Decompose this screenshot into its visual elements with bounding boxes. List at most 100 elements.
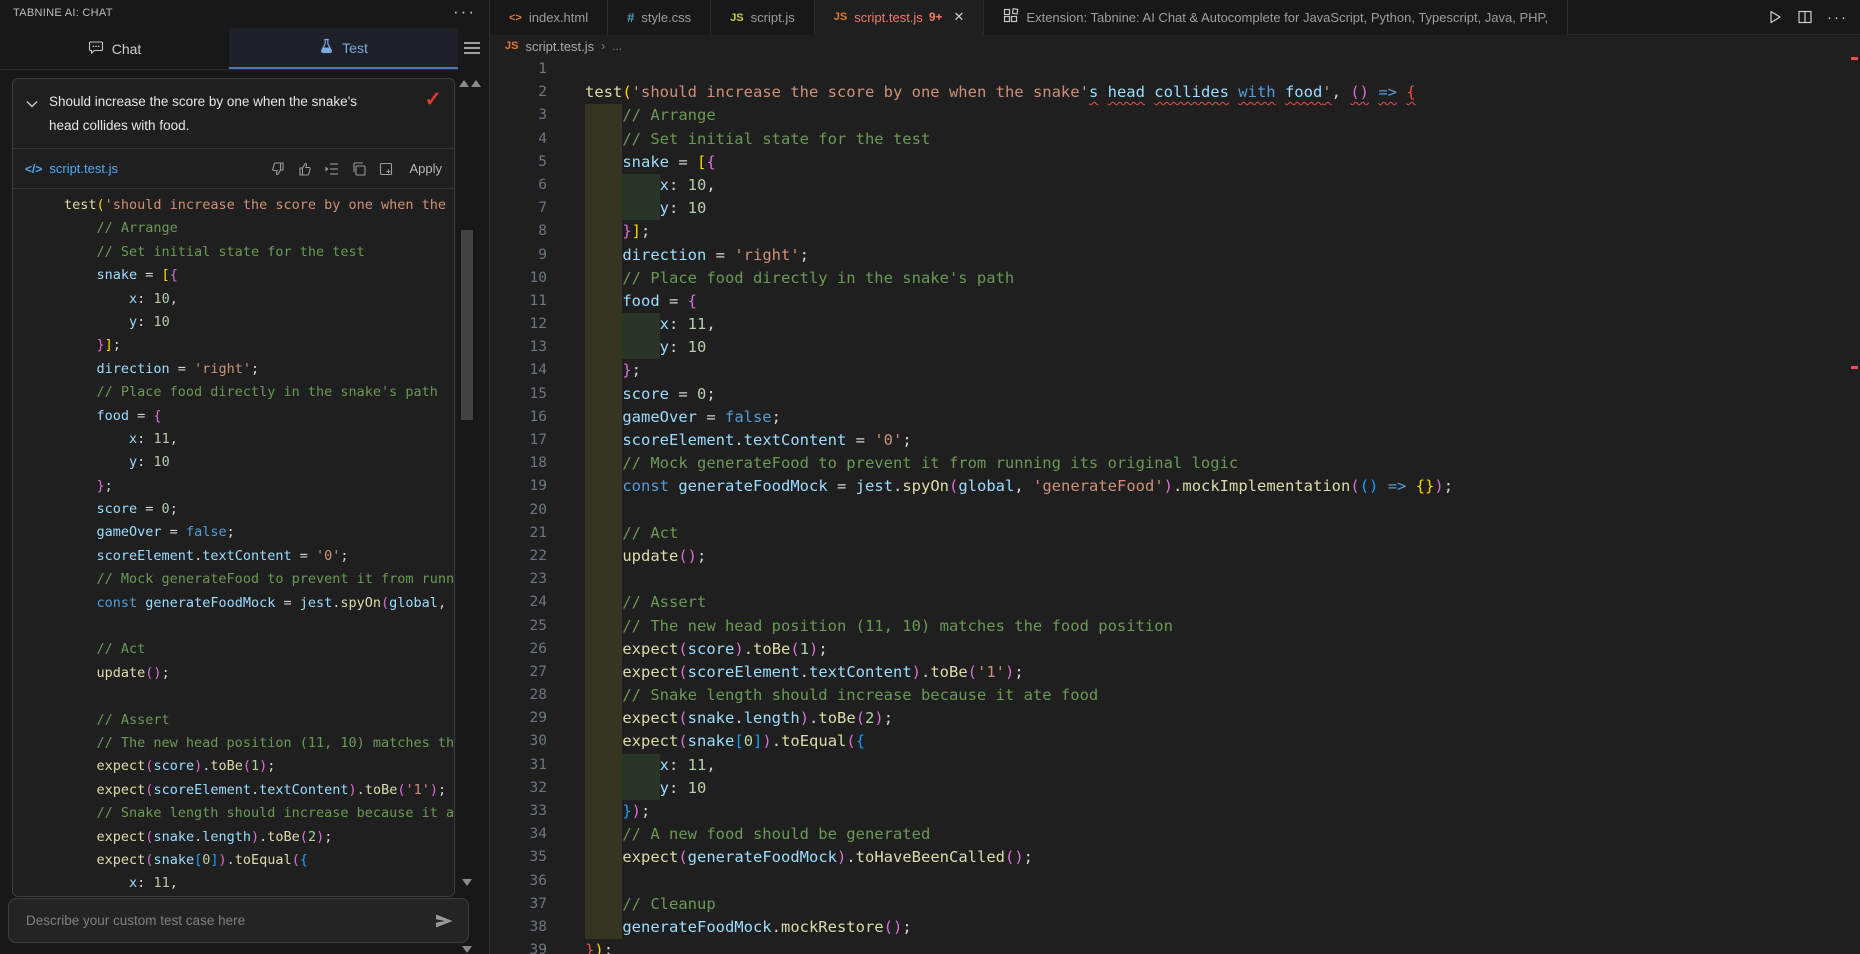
hamburger-menu-icon[interactable]: [462, 38, 484, 60]
code-line[interactable]: 22 update();: [490, 545, 1850, 568]
code-line[interactable]: 9 direction = 'right';: [490, 244, 1850, 267]
code-line[interactable]: expect(score).toBe(1);: [26, 755, 454, 778]
code-line[interactable]: [26, 615, 454, 638]
code-line[interactable]: 32 y: 10: [490, 777, 1850, 800]
scroll-up-icon[interactable]: [471, 80, 481, 87]
breadcrumb-file[interactable]: script.test.js: [525, 39, 594, 54]
code-line[interactable]: expect(snake[0]).toEqual({: [26, 849, 454, 872]
code-line[interactable]: y: 10: [26, 311, 454, 334]
tab-script-js[interactable]: JS script.js: [711, 0, 815, 35]
code-line[interactable]: };: [26, 475, 454, 498]
tab-script-test-js[interactable]: JS script.test.js 9+ ✕: [815, 0, 985, 35]
code-line[interactable]: 14 };: [490, 359, 1850, 382]
code-line[interactable]: 4 // Set initial state for the test: [490, 128, 1850, 151]
panel-scrollbar-thumb[interactable]: [461, 230, 473, 420]
code-line[interactable]: 39});: [490, 939, 1850, 954]
code-line[interactable]: 17 scoreElement.textContent = '0';: [490, 429, 1850, 452]
code-line[interactable]: 20: [490, 499, 1850, 522]
code-line[interactable]: // Arrange: [26, 217, 454, 240]
code-line[interactable]: expect(scoreElement.textContent).toBe('1…: [26, 779, 454, 802]
thumbs-up-icon[interactable]: [297, 161, 313, 177]
code-line[interactable]: x: 10,: [26, 288, 454, 311]
code-line[interactable]: }];: [26, 334, 454, 357]
code-line[interactable]: 8 }];: [490, 220, 1850, 243]
code-line[interactable]: 31 x: 11,: [490, 754, 1850, 777]
more-horizontal-icon[interactable]: ···: [453, 2, 476, 22]
code-line[interactable]: [26, 685, 454, 708]
breadcrumb[interactable]: JS script.test.js › ...: [490, 35, 622, 57]
scroll-down-icon[interactable]: [462, 946, 472, 953]
insert-at-cursor-icon[interactable]: [324, 161, 340, 177]
code-line[interactable]: // Set initial state for the test: [26, 241, 454, 264]
code-line[interactable]: // Assert: [26, 709, 454, 732]
code-line[interactable]: 23: [490, 568, 1850, 591]
code-line[interactable]: 30 expect(snake[0]).toEqual({: [490, 730, 1850, 753]
code-line[interactable]: 12 x: 11,: [490, 313, 1850, 336]
code-line[interactable]: 13 y: 10: [490, 336, 1850, 359]
code-line[interactable]: 6 x: 10,: [490, 174, 1850, 197]
run-icon[interactable]: [1767, 9, 1783, 25]
code-line[interactable]: 21 // Act: [490, 522, 1850, 545]
apply-button[interactable]: Apply: [409, 161, 442, 176]
scroll-down-icon[interactable]: [462, 879, 472, 886]
code-line[interactable]: 7 y: 10: [490, 197, 1850, 220]
code-line[interactable]: food = {: [26, 405, 454, 428]
code-line[interactable]: 16 gameOver = false;: [490, 406, 1850, 429]
close-icon[interactable]: ✕: [954, 9, 965, 25]
code-line[interactable]: 37 // Cleanup: [490, 893, 1850, 916]
code-line[interactable]: // Act: [26, 638, 454, 661]
code-line[interactable]: test('should increase the score by one w…: [26, 194, 454, 217]
code-line[interactable]: y: 10: [26, 451, 454, 474]
code-line[interactable]: 5 snake = [{: [490, 151, 1850, 174]
split-editor-icon[interactable]: [1797, 9, 1813, 25]
code-line[interactable]: x: 11,: [26, 872, 454, 895]
code-line[interactable]: 27 expect(scoreElement.textContent).toBe…: [490, 661, 1850, 684]
code-line[interactable]: update();: [26, 662, 454, 685]
insert-into-new-file-icon[interactable]: [378, 161, 394, 177]
code-line[interactable]: 25 // The new head position (11, 10) mat…: [490, 615, 1850, 638]
code-line[interactable]: snake = [{: [26, 264, 454, 287]
code-line[interactable]: 1: [490, 58, 1850, 81]
code-line[interactable]: 2test('should increase the score by one …: [490, 81, 1850, 104]
more-actions-icon[interactable]: ···: [1827, 9, 1848, 26]
code-line[interactable]: 24 // Assert: [490, 591, 1850, 614]
tab-chat[interactable]: Chat: [0, 28, 229, 69]
code-line[interactable]: 10 // Place food directly in the snake's…: [490, 267, 1850, 290]
breadcrumb-rest[interactable]: ...: [612, 39, 622, 53]
code-line[interactable]: 35 expect(generateFoodMock).toHaveBeenCa…: [490, 846, 1850, 869]
code-line[interactable]: 38 generateFoodMock.mockRestore();: [490, 916, 1850, 939]
code-line[interactable]: direction = 'right';: [26, 358, 454, 381]
code-line[interactable]: 26 expect(score).toBe(1);: [490, 638, 1850, 661]
code-line[interactable]: expect(snake.length).toBe(2);: [26, 826, 454, 849]
test-card-header[interactable]: Should increase the score by one when th…: [13, 79, 454, 148]
code-line[interactable]: 19 const generateFoodMock = jest.spyOn(g…: [490, 475, 1850, 498]
code-line[interactable]: 15 score = 0;: [490, 383, 1850, 406]
code-line[interactable]: 36: [490, 870, 1850, 893]
code-line[interactable]: 3 // Arrange: [490, 104, 1850, 127]
code-line[interactable]: score = 0;: [26, 498, 454, 521]
code-line[interactable]: 11 food = {: [490, 290, 1850, 313]
thumbs-down-icon[interactable]: [270, 161, 286, 177]
code-line[interactable]: 33 });: [490, 800, 1850, 823]
code-line[interactable]: // Place food directly in the snake's pa…: [26, 381, 454, 404]
code-line[interactable]: 28 // Snake length should increase becau…: [490, 684, 1850, 707]
send-icon[interactable]: [434, 913, 454, 929]
code-line[interactable]: 18 // Mock generateFood to prevent it fr…: [490, 452, 1850, 475]
code-line[interactable]: // The new head position (11, 10) matche…: [26, 732, 454, 755]
tab-test[interactable]: Test: [229, 28, 458, 69]
copy-icon[interactable]: [351, 161, 367, 177]
tab-extension-tabnine[interactable]: Extension: Tabnine: AI Chat & Autocomple…: [984, 0, 1568, 35]
tab-index-html[interactable]: <> index.html: [490, 0, 608, 35]
custom-test-input[interactable]: [26, 913, 434, 928]
code-line[interactable]: // Mock generateFood to prevent it from …: [26, 568, 454, 591]
code-line[interactable]: scoreElement.textContent = '0';: [26, 545, 454, 568]
code-line[interactable]: // Snake length should increase because …: [26, 802, 454, 825]
scroll-up-icon[interactable]: [459, 80, 469, 87]
code-line[interactable]: const generateFoodMock = jest.spyOn(glob…: [26, 592, 454, 615]
code-line[interactable]: 34 // A new food should be generated: [490, 823, 1850, 846]
chevron-down-icon[interactable]: [26, 95, 38, 113]
code-line[interactable]: gameOver = false;: [26, 521, 454, 544]
code-line[interactable]: x: 11,: [26, 428, 454, 451]
code-editor[interactable]: 12test('should increase the score by one…: [490, 55, 1850, 954]
tab-style-css[interactable]: # style.css: [608, 0, 711, 35]
